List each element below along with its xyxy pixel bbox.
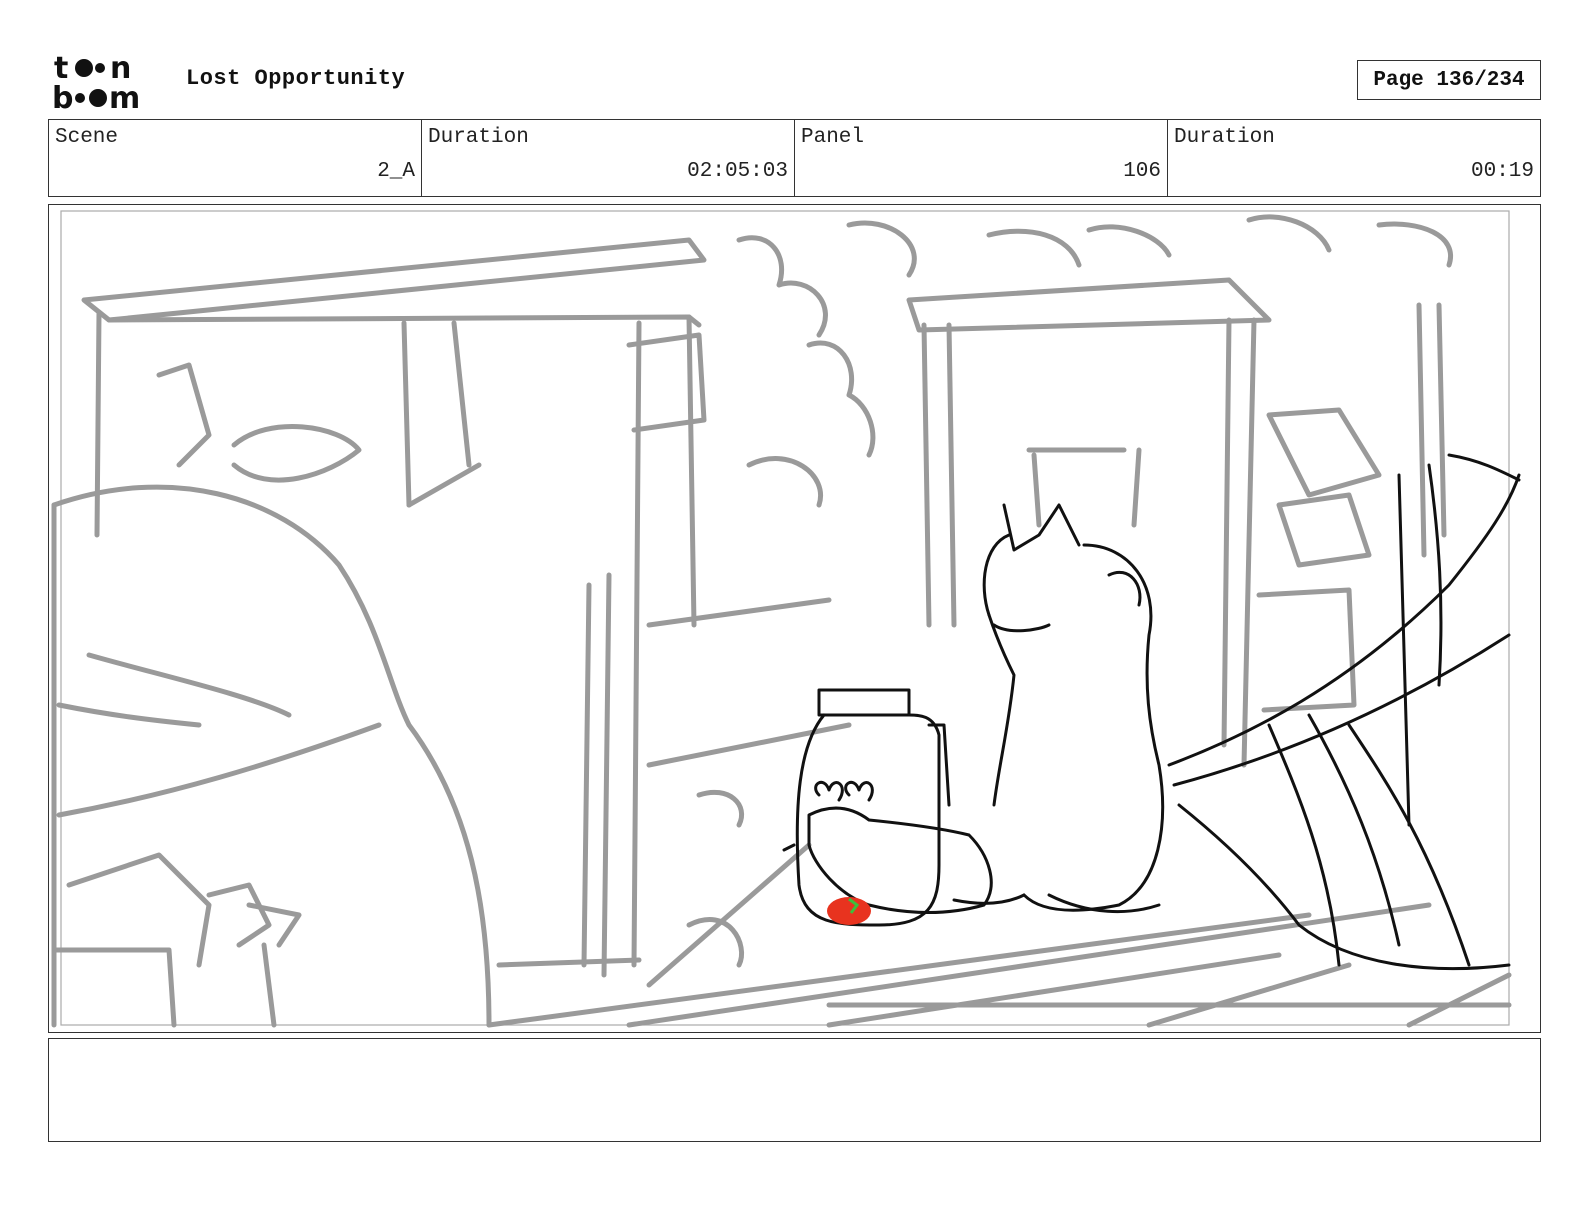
scene-cell: Scene 2_A: [49, 120, 422, 196]
storyboard-panel: [48, 204, 1541, 1033]
scene-duration-cell: Duration 02:05:03: [422, 120, 795, 196]
scene-info-table: Scene 2_A Duration 02:05:03 Panel 106 Du…: [48, 119, 1541, 197]
scene-duration-value: 02:05:03: [687, 160, 788, 183]
scene-label: Scene: [55, 126, 119, 149]
svg-text:m: m: [109, 81, 140, 112]
strawberry-accent: [827, 897, 871, 925]
project-title: Lost Opportunity: [186, 66, 406, 91]
panel-label: Panel: [801, 126, 865, 149]
panel-duration-value: 00:19: [1470, 160, 1534, 183]
storyboard-sketch: [51, 210, 1521, 1028]
svg-text:b: b: [52, 81, 73, 112]
panel-duration-cell: Duration 00:19: [1168, 120, 1540, 196]
panel-notes-box: [48, 1038, 1541, 1142]
panel-cell: Panel 106: [795, 120, 1168, 196]
page-indicator: Page 136/234: [1357, 60, 1541, 100]
panel-duration-label: Duration: [1174, 126, 1275, 149]
toon-boom-logo: t n b m: [52, 50, 162, 116]
scene-duration-label: Duration: [428, 126, 529, 149]
panel-value: 106: [1123, 160, 1161, 183]
scene-value: 2_A: [377, 160, 415, 183]
